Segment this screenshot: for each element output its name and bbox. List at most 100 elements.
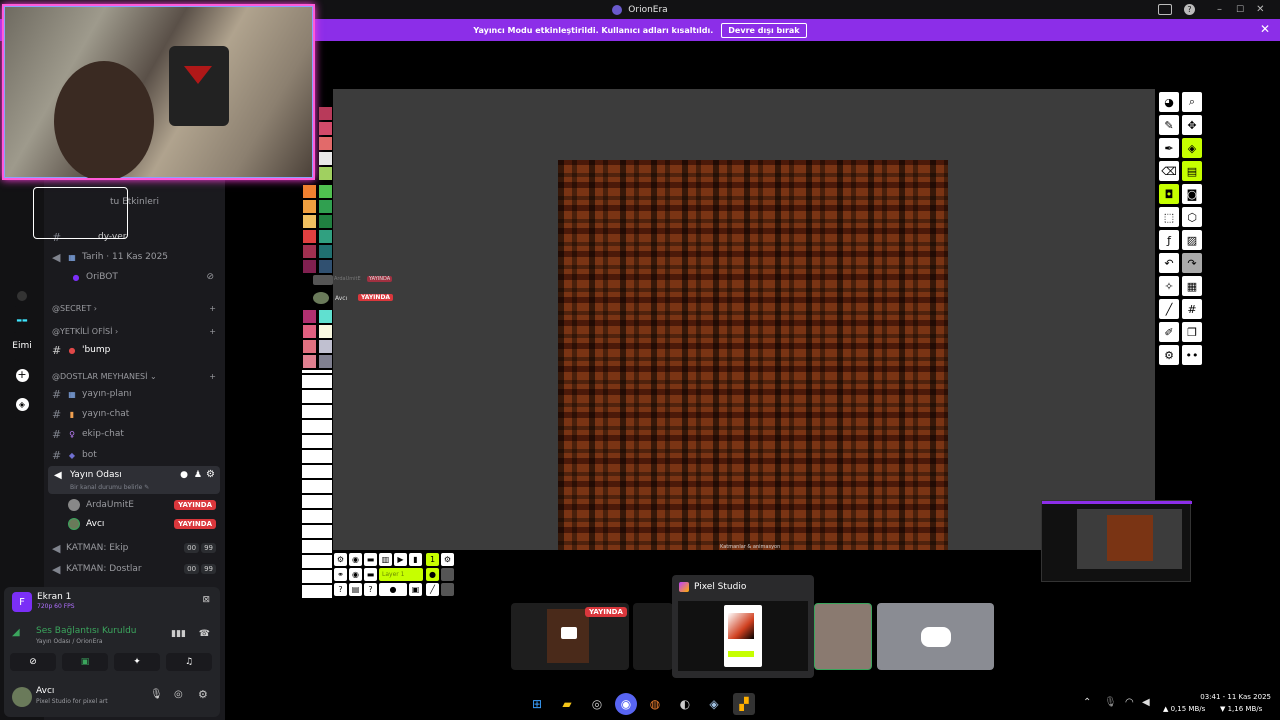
dither-icon[interactable]: ▦ [1182, 276, 1202, 296]
color-swatch[interactable] [319, 230, 332, 243]
play-icon[interactable]: ▶ [394, 553, 407, 566]
color-swatch[interactable] [303, 325, 316, 338]
color-swatch[interactable] [319, 245, 332, 258]
file-explorer-icon[interactable]: ▰ [556, 693, 578, 715]
palette-icon[interactable]: ◕ [1159, 92, 1179, 112]
pen-icon[interactable]: ╱ [426, 583, 439, 596]
layer-blank[interactable] [441, 583, 454, 596]
voice-user[interactable]: ArdaUmitE YAYINDA [44, 495, 222, 515]
channel-item[interactable]: # ▦ yayın-planı [44, 384, 222, 404]
gear-icon[interactable]: ⚙ [198, 688, 208, 701]
soundboard-button[interactable]: ♫ [166, 653, 212, 671]
trash-icon[interactable]: ▥ [379, 553, 392, 566]
app-icon[interactable]: ◎ [586, 693, 608, 715]
channel-status[interactable]: Bir kanal durumu belirle ✎ [70, 484, 149, 491]
voice-channel-item[interactable]: ◀ KATMAN: Ekip 00 99 [44, 538, 222, 558]
minimize-button[interactable]: – [1217, 4, 1222, 15]
category-yetkili[interactable]: @YETKİLİ OFİSİ › + [52, 327, 222, 336]
grid-icon[interactable]: # [1182, 299, 1202, 319]
activities-button[interactable]: ✦ [114, 653, 160, 671]
settings-tool-icon[interactable]: ⚙ [334, 553, 347, 566]
pixel-art-canvas[interactable] [558, 160, 948, 550]
window-thumbnail[interactable] [633, 603, 673, 670]
steam-icon[interactable]: ◈ [703, 693, 725, 715]
disconnect-icon[interactable]: ☎ [199, 629, 210, 639]
layer-name[interactable]: Layer 1 [379, 568, 423, 581]
headphones-icon[interactable]: ◎ [174, 689, 183, 700]
zoom-icon[interactable]: ⌕ [1182, 92, 1202, 112]
minus-icon[interactable]: ▬ [364, 568, 377, 581]
film-icon[interactable]: ▤ [1182, 161, 1202, 181]
gear-icon[interactable]: ⚙ [206, 469, 215, 480]
color-swatch[interactable] [303, 310, 316, 323]
color-swatch[interactable] [303, 355, 316, 368]
color-swatch[interactable] [319, 152, 332, 165]
chevron-up-icon[interactable]: ⌃ [1083, 697, 1091, 708]
help-icon[interactable]: ? [364, 583, 377, 596]
brush-icon[interactable]: ✐ [1159, 322, 1179, 342]
voice-channel-item[interactable]: ◀ KATMAN: Dostlar 00 99 [44, 559, 222, 579]
voice-user[interactable]: Avcı YAYINDA [44, 514, 222, 534]
frame-icon[interactable]: ▮ [409, 553, 422, 566]
eye-icon[interactable]: ◉ [349, 568, 362, 581]
color-swatch[interactable] [319, 200, 332, 213]
inbox-icon[interactable] [1158, 4, 1172, 15]
channel-item[interactable]: # ▮ yayın-chat [44, 404, 222, 424]
add-channel-icon[interactable]: + [209, 372, 216, 381]
help-icon[interactable]: ? [1184, 4, 1195, 15]
close-button[interactable]: ✕ [1256, 4, 1264, 15]
microphone-icon[interactable]: 🎙 [1104, 697, 1117, 708]
color-swatch[interactable] [319, 325, 332, 338]
eye-icon[interactable]: ◉ [349, 553, 362, 566]
layers-icon[interactable]: ◈ [1182, 138, 1202, 158]
blender-icon[interactable]: ◍ [644, 693, 666, 715]
color-swatch[interactable] [303, 245, 316, 258]
channel-item[interactable]: # ♀ ekip-chat [44, 424, 222, 444]
pencil-icon[interactable]: ✎ [1159, 115, 1179, 135]
color-swatch[interactable] [303, 260, 316, 273]
channel-item[interactable]: # ◆ bot [44, 445, 222, 465]
voice-user[interactable]: ● OriBOT ⊘ [44, 267, 222, 287]
color-swatch[interactable] [319, 122, 332, 135]
server-label[interactable]: Eimi [7, 331, 37, 361]
magic-wand-icon[interactable]: ✧ [1159, 276, 1179, 296]
channel-item[interactable]: ◀ ▦ Tarih · 11 Kas 2025 [44, 247, 222, 267]
discord-thumbnail[interactable] [877, 603, 994, 670]
stop-share-icon[interactable]: ⊠ [202, 595, 210, 605]
color-swatch[interactable] [303, 200, 316, 213]
hexagon-icon[interactable]: ⬡ [1182, 207, 1202, 227]
color-swatch[interactable] [319, 260, 332, 273]
taskbar-preview[interactable]: Pixel Studio [672, 575, 814, 678]
eraser-icon[interactable]: ⌫ [1159, 161, 1179, 181]
move-icon[interactable]: ✥ [1182, 115, 1202, 135]
chat-icon[interactable]: ● [180, 470, 188, 480]
color-swatch[interactable] [319, 340, 332, 353]
layer-blank[interactable] [441, 568, 454, 581]
add-member-icon[interactable]: ♟ [194, 470, 202, 480]
undo-icon[interactable]: ↶ [1159, 253, 1179, 273]
screen-share-button[interactable]: ▣ [62, 653, 108, 671]
add-channel-icon[interactable]: + [209, 327, 216, 336]
window-thumbnail[interactable]: YAYINDA [511, 603, 629, 670]
explore-icon[interactable]: ◈ [7, 389, 37, 419]
bucket-icon[interactable]: ◘ [1159, 184, 1179, 204]
channel-bump[interactable]: # ● 'bump [44, 340, 222, 360]
color-swatch[interactable] [319, 107, 332, 120]
bucket-outline-icon[interactable]: ◙ [1182, 184, 1202, 204]
windows-start-icon[interactable]: ⊞ [526, 693, 548, 715]
obs-icon[interactable]: ◐ [674, 693, 696, 715]
add-frame-icon[interactable]: ● [379, 583, 407, 596]
avatar[interactable] [12, 687, 32, 707]
line-icon[interactable]: ╱ [1159, 299, 1179, 319]
layer-lock-icon[interactable]: ● [426, 568, 439, 581]
color-swatch[interactable] [319, 137, 332, 150]
voice-status-sub[interactable]: Yayın Odası / OrionEra [36, 638, 103, 645]
camera-icon[interactable]: ▣ [409, 583, 422, 596]
more-icon[interactable]: •• [1182, 345, 1202, 365]
help-icon[interactable]: ? [334, 583, 347, 596]
pixel-studio-icon[interactable]: ▞ [733, 693, 755, 715]
username[interactable]: Avcı [36, 686, 54, 696]
add-server-icon[interactable]: + [7, 360, 37, 390]
copy-icon[interactable]: ❐ [1182, 322, 1202, 342]
discord-icon[interactable]: ◉ [615, 693, 637, 715]
